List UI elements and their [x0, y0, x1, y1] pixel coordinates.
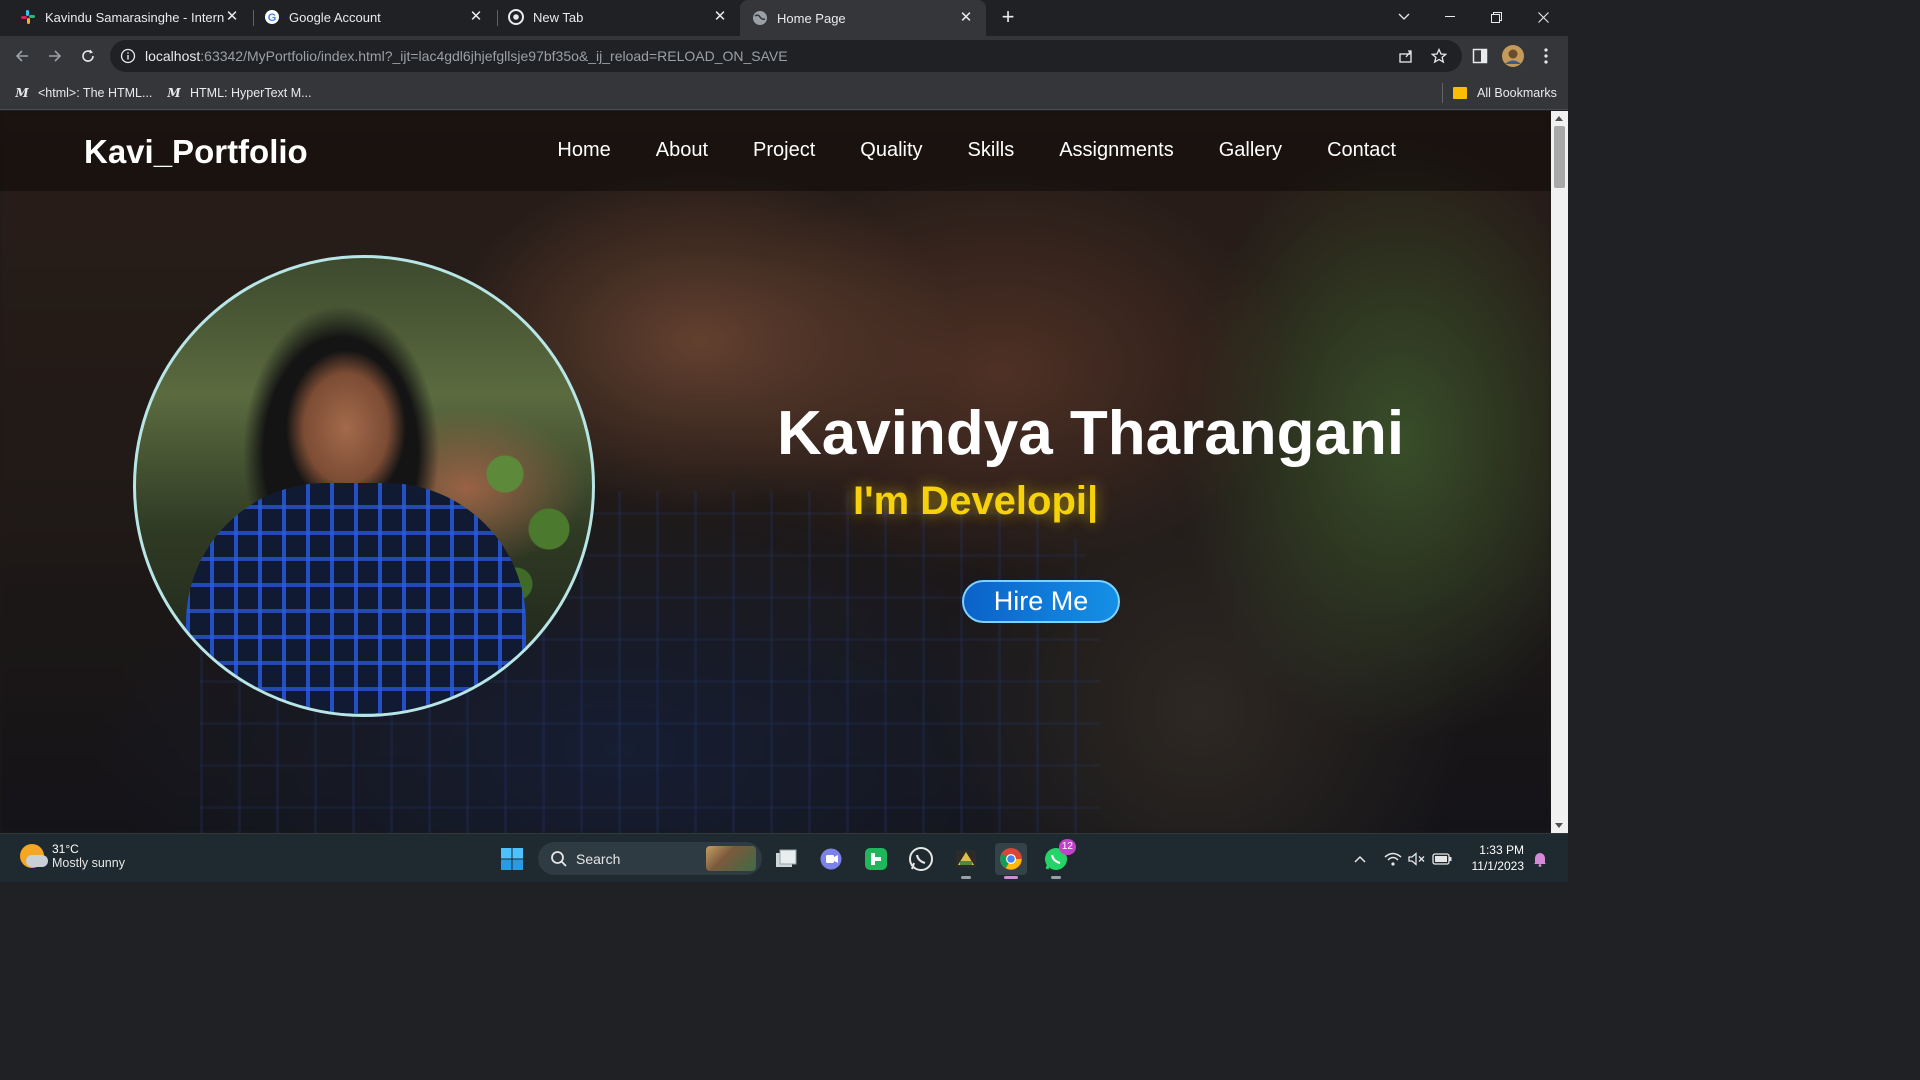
tab-google-account[interactable]: G Google Account ✕: [252, 0, 496, 34]
share-icon[interactable]: [1394, 44, 1418, 68]
wifi-icon[interactable]: [1382, 834, 1404, 883]
clock-date: 11/1/2023: [1471, 859, 1525, 873]
browser-toolbar: localhost:63342/MyPortfolio/index.html?_…: [0, 36, 1568, 76]
nav-quality[interactable]: Quality: [860, 139, 922, 162]
volume-muted-icon[interactable]: [1406, 834, 1428, 883]
start-button[interactable]: [496, 843, 528, 875]
site-navbar: Kavi_Portfolio Home About Project Qualit…: [0, 111, 1551, 191]
mdn-icon: M: [167, 86, 181, 100]
profile-avatar[interactable]: [1501, 44, 1525, 68]
url-host: localhost: [145, 48, 201, 64]
nav-contact[interactable]: Contact: [1327, 139, 1396, 162]
photo-shirt: [186, 483, 526, 714]
app-green-icon[interactable]: [860, 843, 892, 875]
globe-icon: [752, 10, 768, 26]
hire-me-button[interactable]: Hire Me: [962, 580, 1120, 623]
restore-button[interactable]: [1473, 0, 1519, 34]
close-icon[interactable]: ✕: [468, 9, 484, 25]
nav-skills[interactable]: Skills: [968, 139, 1015, 162]
bookmarks-separator: [1442, 83, 1443, 103]
scroll-down-arrow[interactable]: [1555, 823, 1563, 828]
chrome-taskbar-icon[interactable]: [995, 843, 1027, 879]
taskbar-search[interactable]: Search: [538, 842, 762, 875]
search-icon: [551, 850, 567, 867]
scroll-up-arrow[interactable]: [1555, 116, 1563, 121]
forward-button[interactable]: [41, 42, 69, 70]
hero-name: Kavindya Tharangani: [777, 399, 1405, 468]
mdn-icon: M: [15, 86, 29, 100]
bookmarks-bar: M <html>: The HTML... M HTML: HyperText …: [0, 76, 1568, 110]
weather-temp: 31°C: [52, 842, 79, 856]
chrome-icon: [508, 9, 524, 25]
close-icon[interactable]: ✕: [958, 10, 974, 26]
tab-search-icon[interactable]: [1381, 0, 1427, 34]
battery-icon[interactable]: [1430, 834, 1454, 883]
side-panel-icon[interactable]: [1468, 44, 1492, 68]
search-label: Search: [576, 850, 621, 867]
tab-title: New Tab: [533, 9, 584, 25]
show-hidden-icons-chevron-icon[interactable]: [1350, 834, 1370, 883]
app-ide-icon[interactable]: [950, 843, 982, 879]
bookmark-label: HTML: HyperText M...: [190, 86, 312, 100]
google-icon: G: [264, 9, 280, 25]
folder-icon: [1453, 87, 1467, 99]
running-indicator: [1004, 876, 1018, 879]
tab-home-page[interactable]: Home Page ✕: [740, 0, 986, 36]
close-icon[interactable]: ✕: [224, 9, 240, 25]
tab-strip: Kavindu Samarasinghe - Interne ✕ G Googl…: [0, 0, 1568, 36]
bookmark-star-icon[interactable]: [1427, 44, 1451, 68]
svg-text:G: G: [268, 12, 277, 24]
weather-condition: Mostly sunny: [52, 856, 125, 870]
notification-badge: 12: [1058, 839, 1076, 855]
running-indicator: [961, 876, 971, 879]
notification-bell-icon[interactable]: [1530, 834, 1550, 883]
profile-photo: [133, 255, 595, 717]
page-viewport: Kavi_Portfolio Home About Project Qualit…: [0, 111, 1551, 833]
tab-title: Google Account: [289, 9, 381, 25]
page-scrollbar[interactable]: [1551, 111, 1568, 833]
all-bookmarks-button[interactable]: All Bookmarks: [1453, 84, 1557, 102]
bookmark-html-element[interactable]: M <html>: The HTML...: [14, 84, 152, 102]
nav-assignments[interactable]: Assignments: [1059, 139, 1174, 162]
tab-title: Home Page: [777, 10, 846, 26]
tab-kavindu[interactable]: Kavindu Samarasinghe - Interne ✕: [8, 0, 252, 34]
bookmark-label: <html>: The HTML...: [38, 86, 153, 100]
partly-sunny-icon: [20, 844, 48, 868]
weather-text: 31°C Mostly sunny: [52, 842, 125, 870]
taskbar-clock[interactable]: 1:33 PM 11/1/2023: [1464, 842, 1525, 874]
all-bookmarks-label: All Bookmarks: [1477, 86, 1557, 100]
reload-button[interactable]: [74, 42, 102, 70]
address-bar[interactable]: localhost:63342/MyPortfolio/index.html?_…: [110, 40, 1462, 72]
site-info-icon[interactable]: [120, 48, 136, 64]
nav-links: Home About Project Quality Skills Assign…: [557, 139, 1396, 162]
hero-typing-role: I'm Developi|: [853, 479, 1099, 523]
file-explorer-icon[interactable]: [770, 843, 802, 875]
url-path: :63342/MyPortfolio/index.html?_ijt=lac4g…: [200, 48, 788, 64]
whatsapp-icon[interactable]: [905, 843, 937, 875]
site-logo[interactable]: Kavi_Portfolio: [84, 133, 308, 171]
whatsapp-desktop-icon[interactable]: 12: [1040, 839, 1076, 879]
running-indicator: [1051, 876, 1061, 879]
back-button[interactable]: [8, 42, 36, 70]
windows-taskbar: 31°C Mostly sunny Search 12 1:33 PM 11/1…: [0, 833, 1568, 882]
nav-about[interactable]: About: [656, 139, 708, 162]
new-tab-button[interactable]: +: [996, 5, 1020, 29]
teams-chat-icon[interactable]: [815, 843, 847, 875]
clock-time: 1:33 PM: [1479, 843, 1524, 857]
tab-title: Kavindu Samarasinghe - Interne: [45, 9, 224, 25]
nav-home[interactable]: Home: [557, 139, 610, 162]
search-highlight-image: [706, 846, 756, 871]
minimize-button[interactable]: [1427, 0, 1473, 34]
bookmark-html-hypertext[interactable]: M HTML: HyperText M...: [166, 84, 312, 102]
tab-new-tab[interactable]: New Tab ✕: [496, 0, 740, 34]
menu-icon[interactable]: [1534, 44, 1558, 68]
nav-project[interactable]: Project: [753, 139, 815, 162]
scroll-thumb[interactable]: [1554, 126, 1565, 188]
nav-gallery[interactable]: Gallery: [1219, 139, 1282, 162]
close-window-button[interactable]: [1520, 0, 1566, 34]
url-text: localhost:63342/MyPortfolio/index.html?_…: [145, 48, 788, 64]
weather-widget[interactable]: 31°C Mostly sunny: [20, 842, 125, 870]
slack-icon: [20, 9, 36, 25]
close-icon[interactable]: ✕: [712, 9, 728, 25]
